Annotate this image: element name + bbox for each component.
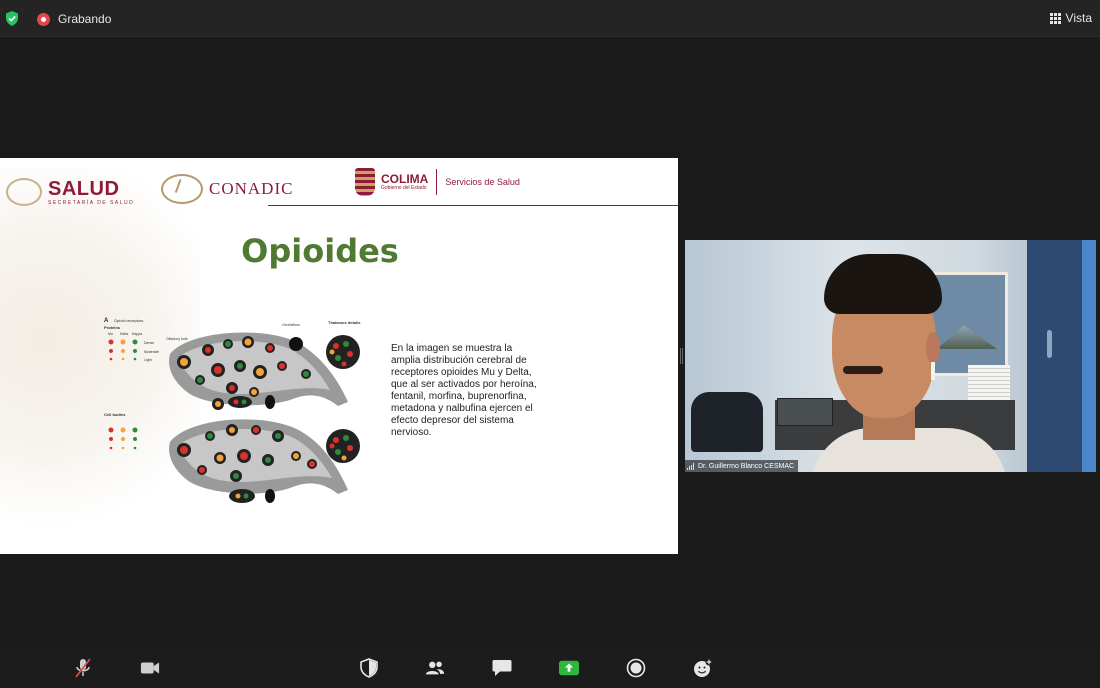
colima-logo-subtitle: Gobierno del Estado (381, 185, 427, 191)
figure-density-moderate: Moderate (144, 350, 159, 354)
salud-logo-subtitle: SECRETARÍA DE SALUD (48, 199, 135, 206)
shield-check-icon[interactable] (5, 11, 19, 26)
meeting-top-bar: Grabando Vista (0, 0, 1100, 37)
figure-density-dense: Dense (144, 341, 154, 345)
earbud (931, 362, 935, 380)
record-icon[interactable] (626, 658, 646, 678)
slide-caption: En la imagen se muestra la amplia distri… (391, 343, 537, 438)
slide-title: Opioides (241, 232, 399, 270)
recording-icon (37, 12, 50, 26)
services-label: Servicios de Salud (445, 177, 520, 187)
figure-col-delta: Delta (120, 332, 128, 336)
reactions-icon[interactable] (693, 658, 713, 678)
participant-name-tag: Dr. Guillermo Blanco CESMAC (685, 460, 799, 472)
participant-name: Dr. Guillermo Blanco CESMAC (698, 462, 795, 470)
figure-proteins-label: Proteins (104, 325, 121, 330)
meeting-toolbar (0, 646, 1100, 688)
grid-icon (1049, 12, 1061, 24)
figure-density-light: Light (144, 358, 152, 362)
figure-col-kappa: Kappa (132, 332, 142, 336)
microphone-muted-icon[interactable] (73, 658, 93, 678)
colima-logo: COLIMA Gobierno del Estado Servicios de … (355, 168, 520, 196)
salud-emblem-icon (6, 178, 42, 206)
salud-logo-text: SALUD (48, 177, 120, 200)
view-button[interactable]: Vista (1049, 11, 1092, 25)
video-camera-icon[interactable] (140, 658, 160, 678)
cabinet (1027, 240, 1082, 472)
opioid-receptor-brain-figure: A Opioid receptors Proteins Mu Delta Kap… (104, 318, 361, 503)
figure-thalamus-label: Thalamus details (328, 320, 361, 325)
slide-header-divider (268, 205, 678, 206)
panel-splitter-handle[interactable] (680, 348, 683, 364)
figure-cell-bodies-label: Cell bodies (104, 412, 126, 417)
figure-panel-title: Opioid receptors (114, 318, 143, 323)
view-label: Vista (1065, 11, 1092, 25)
recording-label: Grabando (58, 12, 112, 26)
conadic-logo-text: CONADIC (209, 179, 294, 198)
connection-signal-icon (687, 462, 695, 470)
figure-cerebellum-label: Cerebellum (282, 323, 300, 327)
paper-stack (968, 365, 1010, 401)
speaker-video-tile[interactable]: Dr. Guillermo Blanco CESMAC (685, 240, 1096, 472)
recording-indicator[interactable]: Grabando (37, 11, 111, 27)
conadic-logo: CONADIC (161, 174, 293, 204)
share-screen-icon[interactable] (559, 658, 579, 678)
figure-olfactory-label: Olfactory bulb (166, 337, 188, 341)
participants-icon[interactable] (425, 658, 445, 678)
figure-col-mu: Mu (108, 332, 113, 336)
desk-monitor (777, 398, 833, 426)
colima-crest-icon (355, 168, 375, 196)
figure-panel-label: A (104, 318, 109, 324)
colima-logo-text: COLIMA (381, 172, 429, 186)
colima-divider (436, 169, 438, 195)
security-shield-icon[interactable] (359, 658, 379, 678)
chat-icon[interactable] (492, 658, 512, 678)
salud-logo: SALUD SECRETARÍA DE SALUD (6, 178, 134, 206)
shared-screen-slide: SALUD SECRETARÍA DE SALUD CONADIC COLIMA… (0, 158, 678, 554)
office-chair (691, 392, 763, 452)
conadic-emblem-icon (161, 174, 203, 204)
